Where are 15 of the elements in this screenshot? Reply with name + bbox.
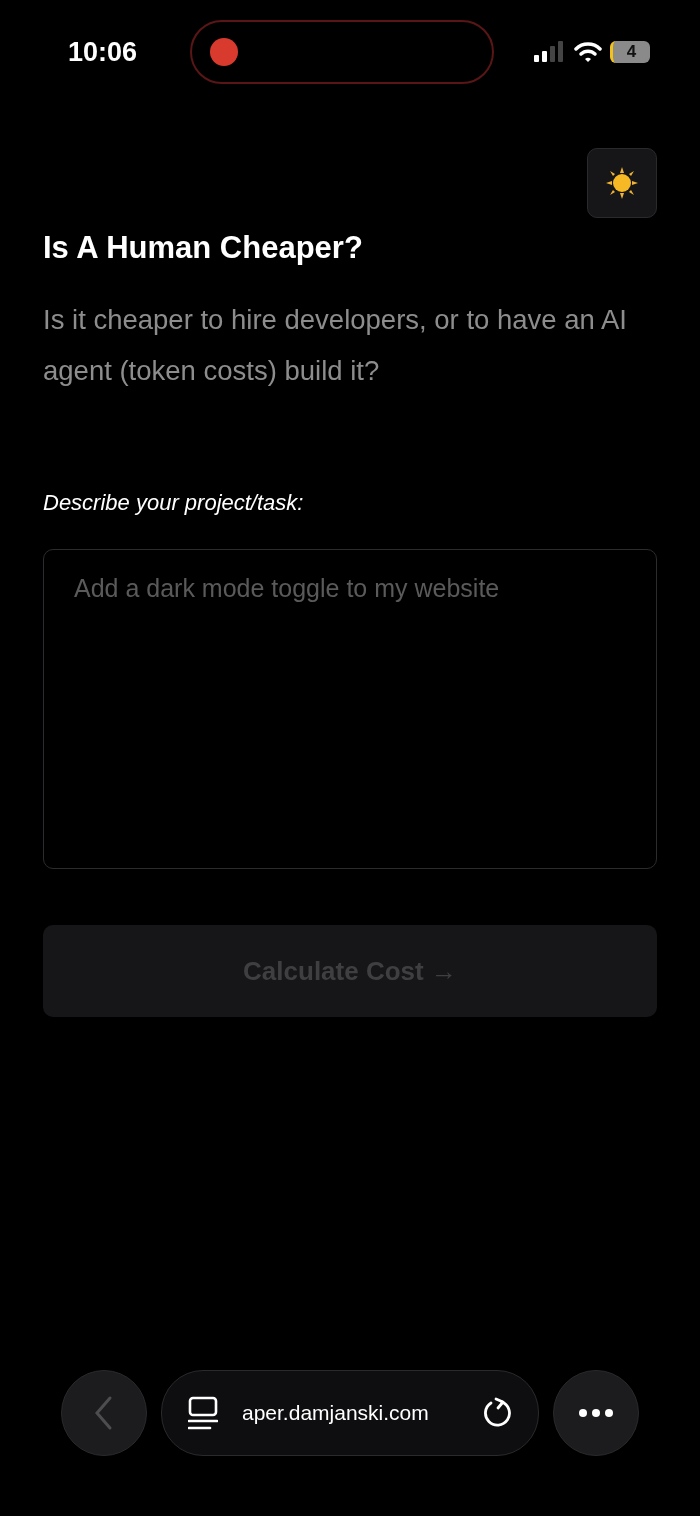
more-dots-icon	[578, 1408, 614, 1418]
status-time: 10:06	[68, 36, 139, 68]
reload-icon[interactable]	[482, 1397, 514, 1429]
sun-icon	[605, 166, 639, 200]
wifi-icon	[574, 41, 602, 63]
field-label: Describe your project/task:	[43, 490, 305, 516]
project-input-field[interactable]: Add a dark mode toggle to my website	[43, 549, 657, 869]
signal-icon	[534, 41, 566, 63]
page-subtitle: Is it cheaper to hire developers, or to have an AI agent (token costs) build it?	[43, 303, 628, 388]
tabs-icon	[188, 1396, 218, 1430]
address-bar[interactable]: aper.damjanski.com	[161, 1370, 539, 1456]
url-text: aper.damjanski.com	[242, 1401, 430, 1425]
page-title: Is A Human Cheaper?	[43, 230, 364, 266]
theme-toggle-button[interactable]	[587, 148, 657, 218]
battery-icon: 4	[610, 41, 650, 63]
